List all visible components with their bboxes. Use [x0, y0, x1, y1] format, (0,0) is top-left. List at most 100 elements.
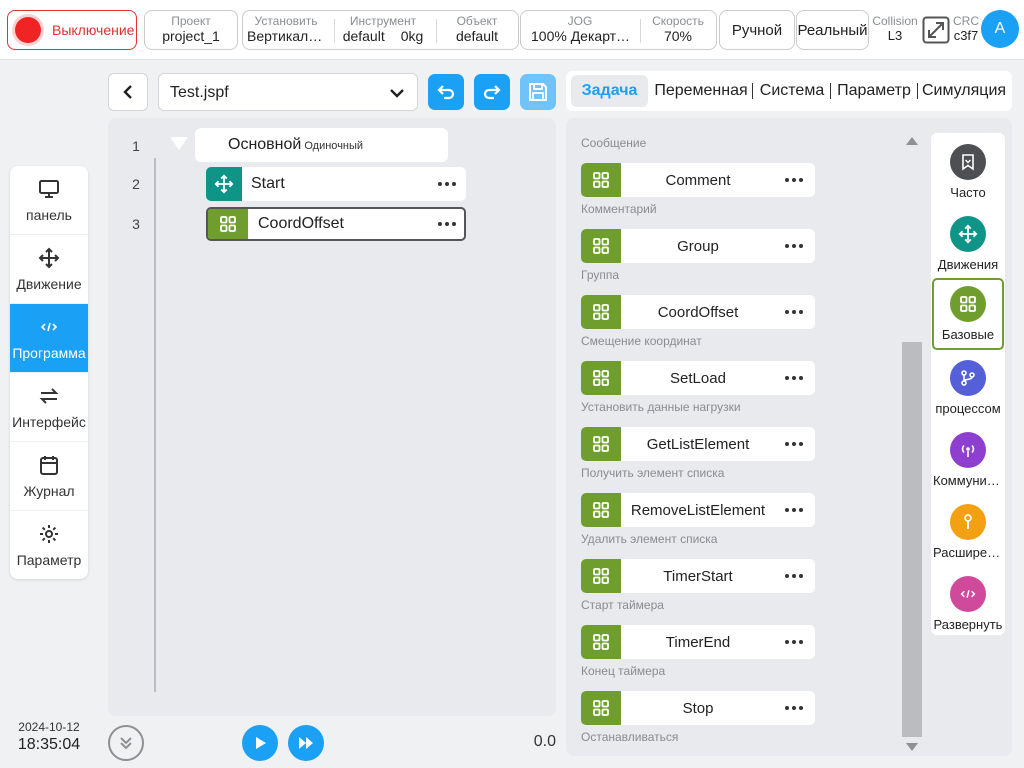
redo-icon: [483, 85, 501, 100]
palette-item-label: Stop: [682, 700, 714, 717]
nav-item-parameter[interactable]: Параметр: [10, 511, 88, 579]
palette-item-label: RemoveListElement: [630, 502, 766, 519]
palette-item[interactable]: TimerStart: [581, 559, 815, 593]
redo-button[interactable]: [474, 74, 510, 110]
palette-item-icon-box: [581, 427, 621, 461]
file-name: Test.jspf: [170, 84, 229, 101]
tab-parameter[interactable]: Параметр: [834, 75, 914, 107]
grid-icon: [593, 634, 609, 650]
file-selector[interactable]: Test.jspf: [158, 73, 418, 111]
user-avatar[interactable]: A: [981, 10, 1019, 48]
more-icon[interactable]: [785, 706, 803, 710]
jog-frame: Декартова: [570, 28, 635, 44]
gear-icon: [40, 525, 58, 543]
play-icon: [256, 737, 266, 749]
grid-icon: [593, 370, 609, 386]
tab-simulation[interactable]: Симуляция: [920, 75, 1008, 107]
category-icon-circle: [950, 504, 986, 540]
crc-value: c3f7: [953, 28, 979, 43]
tab-task[interactable]: Задача: [571, 75, 648, 107]
tool-label: Инструмент: [349, 14, 417, 28]
palette-item[interactable]: SetLoad: [581, 361, 815, 395]
undo-button[interactable]: [428, 74, 464, 110]
line-number: 2: [132, 176, 140, 192]
category-motion[interactable]: Движения: [932, 208, 1004, 280]
jog-selector[interactable]: JOG 100% Декартова: [525, 11, 635, 49]
move-icon: [214, 174, 234, 194]
real-mode-button[interactable]: Реальный: [796, 10, 869, 50]
palette-item[interactable]: Stop: [581, 691, 815, 725]
more-icon[interactable]: [785, 442, 803, 446]
speed-selector[interactable]: Скорость 70%: [643, 11, 713, 49]
current-time: 18:35:04: [17, 736, 81, 753]
more-icon[interactable]: [438, 222, 456, 226]
run-button[interactable]: [242, 725, 278, 761]
more-icon[interactable]: [785, 178, 803, 182]
more-icon[interactable]: [785, 508, 803, 512]
category-icon-circle: [950, 286, 986, 322]
scroll-down-icon[interactable]: [905, 742, 919, 752]
category-deploy[interactable]: Развернуть: [932, 568, 1004, 640]
tab-variable[interactable]: Переменная: [651, 75, 751, 107]
power-indicator-icon: [15, 17, 41, 43]
scroll-up-icon[interactable]: [905, 136, 919, 146]
category-icon-circle: [950, 144, 986, 180]
scrollbar-thumb[interactable]: [902, 342, 922, 737]
nav-item-interface[interactable]: Интерфейс: [10, 373, 88, 442]
collapse-triangle-icon[interactable]: [170, 137, 188, 150]
manual-mode-button[interactable]: Ручной: [719, 10, 795, 50]
project-label: Проект: [171, 14, 211, 28]
palette-item[interactable]: Comment: [581, 163, 815, 197]
motion-group: JOG 100% Декартова Скорость 70%: [520, 10, 717, 50]
collapse-down-button[interactable]: [108, 725, 144, 761]
category-extension[interactable]: Расширение: [932, 496, 1004, 568]
palette-section-title: Сообщение: [581, 136, 647, 150]
back-button[interactable]: [108, 73, 148, 111]
divider: [640, 19, 641, 43]
install-value: Вертикальный: [247, 28, 325, 44]
command-coordoffset[interactable]: CoordOffset: [206, 207, 466, 241]
nav-item-panel[interactable]: панель: [10, 166, 88, 235]
tab-system[interactable]: Система: [756, 75, 828, 107]
expand-icon[interactable]: [922, 16, 950, 44]
grid-icon: [593, 502, 609, 518]
category-process[interactable]: процессом: [932, 352, 1004, 424]
more-icon[interactable]: [438, 182, 456, 186]
more-icon[interactable]: [785, 310, 803, 314]
nav-label: Программа: [12, 345, 86, 361]
more-icon[interactable]: [785, 574, 803, 578]
category-communication[interactable]: Коммуникация: [932, 424, 1004, 496]
category-frequent[interactable]: Часто: [932, 136, 1004, 208]
more-icon[interactable]: [785, 640, 803, 644]
tool-selector[interactable]: Инструмент default 0kg: [337, 11, 429, 49]
palette-item[interactable]: Group: [581, 229, 815, 263]
object-selector[interactable]: Объект default: [439, 11, 515, 49]
chevron-down-icon: [390, 89, 404, 98]
nav-item-log[interactable]: Журнал: [10, 442, 88, 511]
palette-item-label: CoordOffset: [657, 304, 739, 321]
install-selector[interactable]: Установить Вертикальный: [247, 11, 325, 49]
palette-item[interactable]: TimerEnd: [581, 625, 815, 659]
nav-label: панель: [26, 207, 72, 223]
category-basic[interactable]: Базовые: [932, 278, 1004, 350]
palette-item-icon-box: [581, 295, 621, 329]
command-start-icon-box: [206, 167, 242, 201]
speed-value: 70%: [663, 28, 693, 44]
palette-item-desc: Установить данные нагрузки: [581, 400, 741, 414]
palette-item[interactable]: GetListElement: [581, 427, 815, 461]
main-program-block[interactable]: Основной Одиночный: [195, 128, 448, 162]
palette-item[interactable]: RemoveListElement: [581, 493, 815, 527]
command-start[interactable]: Start: [206, 167, 466, 201]
nav-item-program[interactable]: Программа: [10, 304, 88, 373]
power-off-button[interactable]: Выключение: [7, 10, 137, 50]
category-label: Расширение: [933, 545, 1004, 560]
step-run-button[interactable]: [288, 725, 324, 761]
palette-item[interactable]: CoordOffset: [581, 295, 815, 329]
nav-item-motion[interactable]: Движение: [10, 235, 88, 304]
category-label: процессом: [935, 401, 1001, 416]
project-selector[interactable]: Проект project_1: [144, 10, 238, 50]
more-icon[interactable]: [785, 376, 803, 380]
antenna-icon: [961, 444, 975, 457]
more-icon[interactable]: [785, 244, 803, 248]
save-button[interactable]: [520, 74, 556, 110]
